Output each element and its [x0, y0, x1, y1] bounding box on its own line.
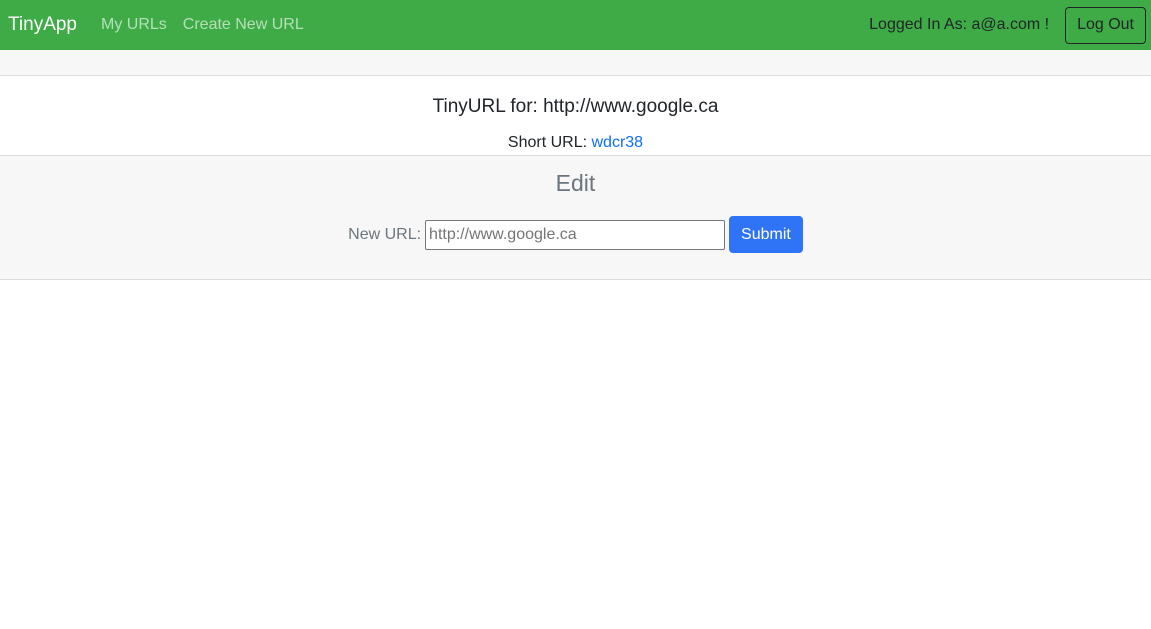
short-url-label: Short URL: [507, 134, 588, 151]
logged-in-status: Logged In As: a@a.com ! [869, 16, 1050, 33]
url-card-title: TinyURL for: http://www.google.ca [432, 96, 719, 117]
nav-right: Logged In As: a@a.com ! Log Out [869, 6, 1146, 44]
edit-form: New URL: Submit [0, 216, 1151, 253]
nav-link-create-new-url[interactable]: Create New URL [183, 16, 304, 34]
brand-link[interactable]: TinyApp [8, 14, 77, 36]
navbar: TinyApp My URLs Create New URL Logged In… [0, 0, 1151, 50]
short-url-row: Short URL: wdcr38 [0, 134, 1151, 152]
new-url-input[interactable] [425, 219, 726, 250]
nav-link-my-urls[interactable]: My URLs [101, 16, 167, 34]
url-card: TinyURL for: http://www.google.ca Short … [0, 76, 1151, 156]
header-band [0, 50, 1151, 76]
submit-button[interactable]: Submit [729, 216, 803, 253]
short-url-link[interactable]: wdcr38 [592, 134, 644, 151]
new-url-label: New URL: [348, 225, 422, 243]
logout-button[interactable]: Log Out [1065, 6, 1146, 44]
edit-title: Edit [555, 170, 596, 196]
edit-section: Edit New URL: Submit [0, 156, 1151, 280]
